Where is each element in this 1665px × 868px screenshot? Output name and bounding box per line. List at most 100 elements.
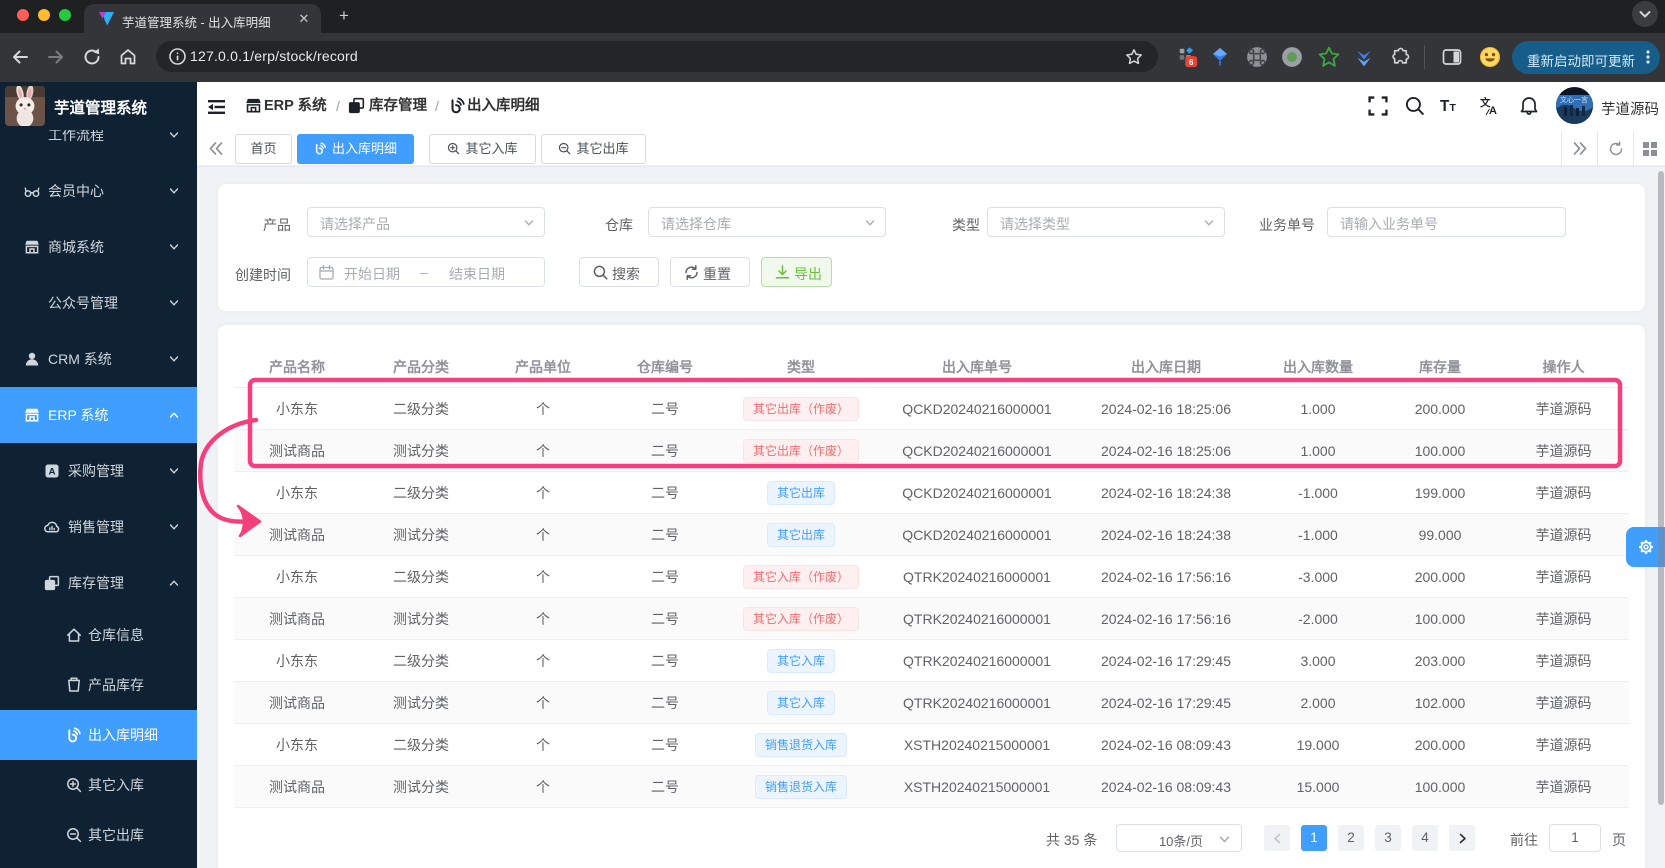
traffic-close-button[interactable]: [17, 9, 29, 21]
browser-tab[interactable]: 芋道管理系统 - 出入库明细 ✕: [84, 4, 321, 33]
screen: 芋道管理系统 - 出入库明细 ✕ + 127.0.0.1/erp/stock/r…: [0, 0, 1665, 868]
sidebar-item-13[interactable]: 其它入库: [0, 760, 197, 810]
table-row-4[interactable]: 测试商品 测试分类 个 二号 其它出库 QCKD20240216000001 2024-02…: [234, 514, 1629, 556]
page-button-2[interactable]: 2: [1338, 825, 1364, 851]
address-bar[interactable]: 127.0.0.1/erp/stock/record: [156, 41, 1158, 72]
reset-button-label: 重置: [703, 266, 731, 282]
view-tab-label: 其它出库: [576, 141, 629, 156]
language-icon[interactable]: 文 A: [1480, 96, 1500, 116]
type-select[interactable]: 请选择类型: [987, 207, 1225, 237]
view-tab-3[interactable]: 其它入库: [429, 134, 536, 164]
extensions-puzzle-icon[interactable]: [1390, 46, 1412, 68]
created-time-label: 创建时间: [235, 267, 291, 283]
table-row-5[interactable]: 小东东 二级分类 个 二号 其它入库（作废） QTRK20240216000001 2024…: [234, 556, 1629, 598]
sidebar-item-9[interactable]: 库存管理: [0, 555, 197, 611]
sidebar-item-14[interactable]: 其它出库: [0, 810, 197, 860]
update-button-label: 重新启动即可更新: [1527, 54, 1635, 69]
page-scrollbar-thumb[interactable]: [1658, 171, 1664, 805]
search-button[interactable]: 搜索: [579, 257, 659, 287]
reset-button[interactable]: 重置: [670, 257, 750, 287]
notification-bell-icon[interactable]: [1519, 96, 1539, 116]
traffic-zoom-button[interactable]: [59, 9, 71, 21]
font-size-icon[interactable]: T T: [1440, 96, 1460, 116]
sidebar-item-label: 库存管理: [68, 575, 124, 591]
page-size-select[interactable]: 10条/页: [1116, 824, 1242, 852]
home-button[interactable]: [117, 46, 139, 68]
bizno-input[interactable]: 请输入业务单号: [1327, 207, 1566, 237]
refresh-view-button[interactable]: [1597, 131, 1633, 166]
sidebar-item-2[interactable]: 会员中心: [0, 163, 197, 219]
layout-grid-button[interactable]: [1633, 131, 1665, 166]
forward-button[interactable]: [45, 46, 67, 68]
table-row-9[interactable]: 小东东 二级分类 个 二号 销售退货入库 XSTH20240215000001 2024-0…: [234, 724, 1629, 766]
cell-warehouse: 二号: [651, 442, 679, 459]
page-button-3[interactable]: 3: [1375, 825, 1401, 851]
sidebar-item-12[interactable]: 出入库明细: [0, 710, 197, 760]
prev-page-button[interactable]: [1264, 825, 1290, 851]
table-row-10[interactable]: 测试商品 测试分类 个 二号 销售退货入库 XSTH20240215000001 2024-…: [234, 766, 1629, 808]
sidebar-item-8[interactable]: 销售管理: [0, 499, 197, 555]
warehouse-select[interactable]: 请选择仓库: [648, 207, 886, 237]
search-icon[interactable]: [1405, 96, 1425, 116]
scroll-tabs-left-icon[interactable]: [208, 141, 224, 156]
site-info-icon[interactable]: [168, 47, 187, 66]
view-tab-2[interactable]: 出入库明细: [297, 134, 414, 164]
page-button-1[interactable]: 1: [1301, 825, 1327, 851]
goto-page-value: 1: [1571, 830, 1579, 845]
cloud-icon: [44, 521, 60, 533]
extension-grid-badge-icon[interactable]: 6: [1177, 46, 1199, 68]
extension-star-icon[interactable]: [1318, 46, 1340, 68]
tab-search-button[interactable]: [1632, 1, 1658, 27]
bookmark-star-icon[interactable]: [1125, 48, 1143, 66]
cell-name: 测试商品: [269, 778, 325, 795]
table-row-1[interactable]: 小东东 二级分类 个 二号 其它出库（作废） QCKD20240216000001 2024…: [234, 388, 1629, 430]
breadcrumb-item[interactable]: 出入库明细: [467, 82, 540, 131]
chevron-down-icon: [169, 468, 179, 474]
sidebar-item-4[interactable]: 公众号管理: [0, 275, 197, 331]
back-button[interactable]: [9, 46, 31, 68]
sidebar-item-6[interactable]: ERP 系统: [0, 387, 197, 443]
next-page-button[interactable]: [1449, 825, 1475, 851]
new-tab-button[interactable]: +: [334, 6, 354, 26]
fullscreen-icon[interactable]: [1368, 96, 1388, 116]
sidebar-item-11[interactable]: 产品库存: [0, 660, 197, 710]
table-row-7[interactable]: 小东东 二级分类 个 二号 其它入库 QTRK20240216000001 2024-02-…: [234, 640, 1629, 682]
cell-qty: 1.000: [1300, 400, 1336, 417]
export-button[interactable]: 导出: [761, 257, 832, 287]
page-button-4[interactable]: 4: [1412, 825, 1438, 851]
user-avatar[interactable]: 文心一言: [1556, 87, 1593, 124]
emoji-extension-icon[interactable]: [1479, 46, 1501, 68]
date-range-picker[interactable]: 开始日期 – 结束日期: [307, 257, 545, 287]
view-tab-1[interactable]: 首页: [235, 134, 292, 164]
reload-button[interactable]: [81, 46, 103, 68]
extension-kite-icon[interactable]: [1209, 46, 1231, 68]
sidebar-item-10[interactable]: 仓库信息: [0, 610, 197, 660]
table-row-6[interactable]: 测试商品 测试分类 个 二号 其它入库（作废） QTRK20240216000001 202…: [234, 598, 1629, 640]
traffic-minimize-button[interactable]: [38, 9, 50, 21]
view-tab-4[interactable]: 其它出库: [541, 134, 646, 164]
sidebar-item-7[interactable]: A 采购管理: [0, 443, 197, 499]
username-text[interactable]: 芋道源码: [1601, 98, 1659, 119]
sidebar-item-3[interactable]: 商城系统: [0, 219, 197, 275]
table-row-2[interactable]: 测试商品 测试分类 个 二号 其它出库（作废） QCKD20240216000001 202…: [234, 430, 1629, 472]
extension-record-dot-icon[interactable]: [1281, 46, 1303, 68]
cell-stock: 99.000: [1418, 526, 1462, 543]
goto-page-input[interactable]: 1: [1549, 824, 1601, 852]
product-select[interactable]: 请选择产品: [307, 207, 545, 237]
breadcrumb-item[interactable]: ERP 系统: [264, 82, 327, 131]
collapse-sidebar-icon[interactable]: [208, 99, 225, 115]
scroll-tabs-right-button[interactable]: [1561, 131, 1597, 166]
browser-menu-kebab-icon[interactable]: [1640, 49, 1656, 65]
sidebar-logo[interactable]: 芋道管理系统: [0, 82, 197, 130]
extension-command-icon[interactable]: [1246, 46, 1268, 68]
breadcrumb-item[interactable]: 库存管理: [369, 82, 427, 131]
table-row-8[interactable]: 测试商品 测试分类 个 二号 其它入库 QTRK20240216000001 2024-02…: [234, 682, 1629, 724]
browser-update-button[interactable]: 重新启动即可更新: [1512, 41, 1660, 74]
side-panel-icon[interactable]: [1441, 46, 1463, 68]
table-row-3[interactable]: 小东东 二级分类 个 二号 其它出库 QCKD20240216000001 2024-02-…: [234, 472, 1629, 514]
cell-warehouse: 二号: [651, 736, 679, 753]
chevron-up-icon: [169, 412, 179, 418]
extension-chevrons-icon[interactable]: [1353, 46, 1375, 68]
sidebar-item-5[interactable]: CRM 系统: [0, 331, 197, 387]
tab-close-icon[interactable]: ✕: [297, 12, 311, 26]
